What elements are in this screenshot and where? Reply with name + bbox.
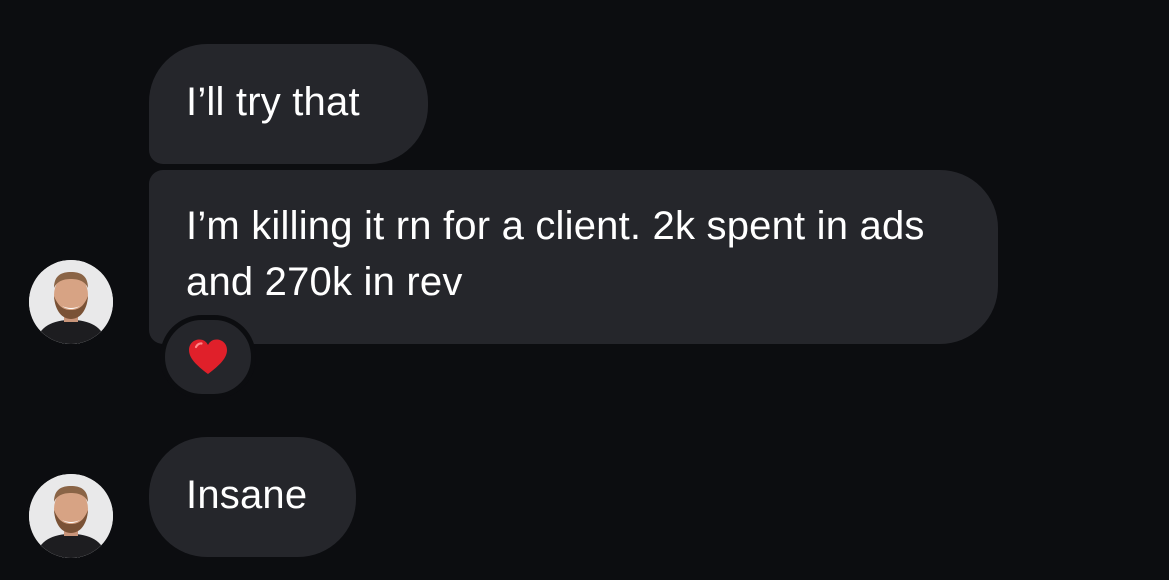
message-bubble[interactable]: I’ll try that: [149, 44, 428, 164]
avatar-image: [29, 474, 113, 558]
avatar-image: [29, 260, 113, 344]
message-text: I’ll try that: [186, 80, 360, 124]
message-text: Insane: [186, 473, 308, 517]
avatar[interactable]: [29, 260, 113, 344]
heart-icon: [189, 339, 227, 374]
avatar[interactable]: [29, 474, 113, 558]
reaction-badge[interactable]: [160, 315, 256, 399]
message-bubble[interactable]: Insane: [149, 437, 356, 557]
message-text: I’m killing it rn for a client. 2k spent…: [186, 204, 925, 304]
message-bubble[interactable]: I’m killing it rn for a client. 2k spent…: [149, 170, 998, 344]
